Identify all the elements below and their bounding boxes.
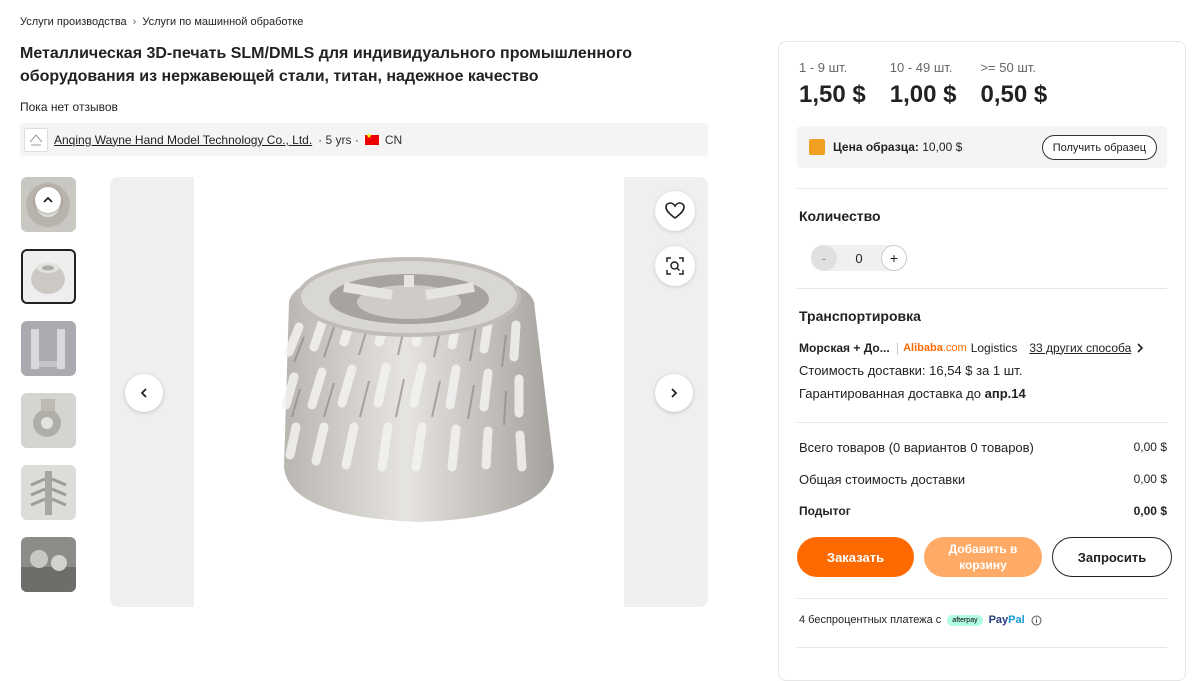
- shipping-method-row: Морская + До... | Alibaba .com Logistics …: [799, 340, 1167, 355]
- inquire-button[interactable]: Запросить: [1052, 537, 1172, 577]
- impeller-image: [281, 257, 554, 522]
- thumbnail-6[interactable]: [21, 537, 76, 592]
- summary-shipping-value: 0,00 $: [1133, 472, 1167, 486]
- afterpay-logo: afterpay: [947, 614, 983, 626]
- thumbnail-5[interactable]: [21, 465, 76, 520]
- purchase-panel: 1 - 9 шт. 1,50 $ 10 - 49 шт. 1,00 $ >= 5…: [778, 41, 1186, 681]
- logistics-label: Logistics: [970, 340, 1018, 355]
- supplier-years: · 5 yrs ·: [318, 132, 359, 147]
- thumbnail-3[interactable]: [21, 321, 76, 376]
- divider: [797, 188, 1167, 189]
- thumbnail-2-selected[interactable]: [21, 249, 76, 304]
- sample-price-bar: Цена образца: 10,00 $ Получить образец: [797, 126, 1167, 168]
- guarantee-prefix: Гарантированная доставка до: [799, 386, 981, 401]
- installments-text: 4 беспроцентных платежа с: [799, 614, 942, 626]
- summary-items-label: Всего товаров (0 вариантов 0 товаров): [799, 440, 1034, 455]
- shipping-method: Морская + До...: [799, 340, 890, 355]
- tier-price: 1,50 $: [799, 81, 866, 108]
- shipping-cost: Стоимость доставки: 16,54 $ за 1 шт.: [799, 363, 1023, 378]
- image-search-button[interactable]: [655, 246, 695, 286]
- image-search-icon: [666, 257, 684, 275]
- favorite-button[interactable]: [655, 191, 695, 231]
- sample-price-label: Цена образца:: [833, 140, 919, 154]
- divider: [797, 647, 1167, 648]
- price-tier-1: 1 - 9 шт. 1,50 $: [799, 60, 866, 109]
- quantity-decrease-button[interactable]: -: [811, 245, 837, 271]
- breadcrumb-item-manufacturing[interactable]: Услуги производства: [20, 16, 127, 28]
- supplier-name-link[interactable]: Anqing Wayne Hand Model Technology Co., …: [54, 133, 312, 147]
- paypal-logo: PayPal: [989, 614, 1025, 626]
- sample-price-value: 10,00 $: [922, 140, 963, 154]
- tier-qty: 1 - 9 шт.: [799, 60, 848, 75]
- get-sample-button[interactable]: Получить образец: [1041, 135, 1157, 160]
- summary-items-value: 0,00 $: [1133, 440, 1167, 454]
- supplier-country: CN: [384, 132, 403, 147]
- info-icon[interactable]: [1031, 615, 1042, 626]
- price-tier-2: 10 - 49 шт. 1,00 $: [890, 60, 957, 109]
- quantity-increase-button[interactable]: +: [880, 245, 907, 271]
- chevron-right-icon: [671, 388, 678, 398]
- summary-shipping-row: Общая стоимость доставки 0,00 $: [799, 472, 1167, 487]
- breadcrumb-item-machining[interactable]: Услуги по машинной обработке: [142, 16, 303, 28]
- tier-qty: >= 50 шт.: [980, 60, 1036, 75]
- guarantee-date: апр.14: [984, 386, 1026, 401]
- supplier-logo: [24, 127, 48, 152]
- summary-subtotal-row: Подытог 0,00 $: [799, 504, 1167, 518]
- thumbnail-4[interactable]: [21, 393, 76, 448]
- heart-icon: [665, 202, 685, 219]
- paypal-part-2: Pal: [1008, 614, 1025, 626]
- payment-info: 4 беспроцентных платежа с afterpay PayPa…: [799, 614, 1042, 626]
- alibaba-domain: .com: [942, 341, 967, 354]
- chevron-right-icon[interactable]: [1135, 342, 1145, 354]
- quantity-stepper: - 0 +: [811, 245, 907, 271]
- gallery-next-button[interactable]: [655, 374, 693, 412]
- reviews-status: Пока нет отзывов: [20, 100, 118, 114]
- subtotal-value: 0,00 $: [1133, 504, 1167, 518]
- product-image: [194, 177, 624, 607]
- scroll-up-button[interactable]: [35, 187, 61, 213]
- breadcrumb-separator: ›: [132, 16, 137, 28]
- order-button[interactable]: Заказать: [797, 537, 914, 577]
- action-buttons: Заказать Добавить в корзину Запросить: [797, 537, 1172, 577]
- other-shipping-link[interactable]: 33 других способа: [1029, 341, 1131, 355]
- thumbnail-list: [21, 177, 76, 609]
- tier-price: 0,50 $: [980, 81, 1048, 108]
- quantity-value[interactable]: 0: [855, 251, 862, 266]
- breadcrumb: Услуги производства › Услуги по машинной…: [20, 16, 303, 28]
- chevron-up-icon: [43, 196, 53, 203]
- tier-qty: 10 - 49 шт.: [889, 60, 953, 75]
- price-tier-3: >= 50 шт. 0,50 $: [980, 60, 1047, 109]
- shipping-title: Транспортировка: [799, 308, 921, 324]
- divider: [797, 598, 1167, 599]
- package-icon: [809, 139, 825, 155]
- price-tiers: 1 - 9 шт. 1,50 $ 10 - 49 шт. 1,00 $ >= 5…: [799, 60, 1047, 109]
- divider: [797, 288, 1167, 289]
- divider: [797, 422, 1167, 423]
- tier-price: 1,00 $: [889, 81, 957, 108]
- product-image-gallery: [110, 177, 708, 607]
- supplier-bar: Anqing Wayne Hand Model Technology Co., …: [20, 123, 708, 156]
- product-title: Металлическая 3D-печать SLM/DMLS для инд…: [20, 45, 633, 85]
- quantity-title: Количество: [799, 208, 881, 224]
- guaranteed-delivery: Гарантированная доставка до апр.14: [799, 386, 1026, 401]
- add-to-cart-button[interactable]: Добавить в корзину: [924, 537, 1042, 577]
- summary-shipping-label: Общая стоимость доставки: [799, 472, 966, 487]
- paypal-part-1: Pay: [988, 614, 1009, 626]
- chevron-left-icon: [140, 388, 147, 398]
- summary-items-row: Всего товаров (0 вариантов 0 товаров) 0,…: [799, 440, 1167, 455]
- alibaba-logo: Alibaba: [903, 341, 943, 354]
- china-flag-icon: [364, 132, 379, 145]
- thumbnail-1[interactable]: [21, 177, 76, 232]
- gallery-prev-button[interactable]: [125, 374, 163, 412]
- subtotal-label: Подытог: [799, 504, 851, 518]
